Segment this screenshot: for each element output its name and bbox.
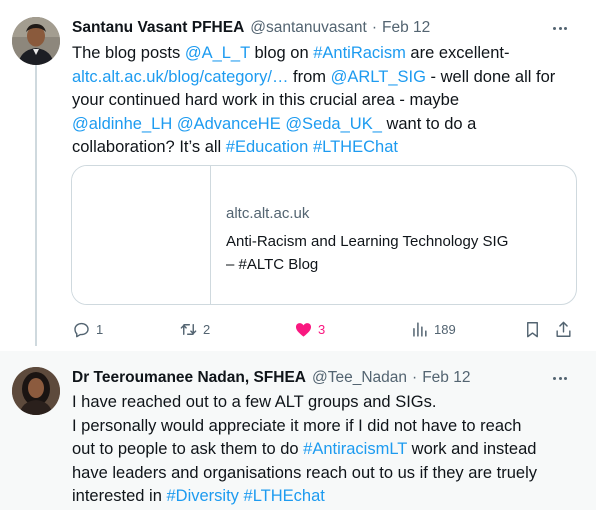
text-segment: your continued hard work in this crucial… — [72, 91, 460, 109]
like-icon — [295, 322, 312, 337]
tweet-actions: 1 2 3 189 — [72, 317, 576, 341]
card-thumbnail — [72, 166, 211, 304]
text-segment: collaboration? It’s all — [72, 138, 226, 156]
text-segment: from — [288, 67, 331, 86]
mention-link[interactable]: @aldinhe_LH — [72, 115, 172, 133]
text-segment: - well done all for — [425, 67, 556, 86]
reply-button[interactable]: 1 — [72, 317, 103, 341]
text-segment: have leaders and organisations reach out… — [72, 463, 538, 482]
hashtag-link[interactable]: #Education — [226, 138, 309, 156]
more-icon[interactable] — [550, 368, 570, 388]
avatar[interactable] — [12, 367, 60, 415]
author-handle[interactable]: @Tee_Nadan — [312, 369, 407, 387]
text-segment: interested in — [72, 487, 167, 505]
author-name[interactable]: Santanu Vasant PFHEA — [72, 19, 244, 37]
retweet-icon — [180, 323, 197, 335]
mention-link[interactable]: @AdvanceHE — [177, 115, 281, 133]
hashtag-link[interactable]: #LTHEChat — [313, 138, 398, 156]
text-segment: out to people to ask them to do — [72, 440, 304, 458]
author-handle[interactable]: @santanuvasant — [250, 19, 367, 37]
separator-dot: · — [371, 19, 377, 36]
card-title-line: – #ALTC Blog — [226, 256, 319, 273]
mention-link[interactable]: @Seda_UK_ — [285, 115, 382, 133]
separator-dot: · — [412, 369, 418, 386]
tweet-header: Santanu Vasant PFHEA @santanuvasant · Fe… — [72, 17, 430, 39]
hashtag-link[interactable]: #AntiRacism — [313, 44, 406, 62]
hashtag-link[interactable]: #AntiracismLT — [303, 440, 407, 458]
text-segment: The blog posts — [72, 44, 185, 62]
card-body: altc.alt.ac.uk Anti-Racism and Learning … — [226, 204, 566, 276]
mention-link[interactable]: @A_L_T — [185, 44, 250, 62]
tweet-date[interactable]: Feb 12 — [422, 369, 470, 387]
link-preview-card[interactable]: altc.alt.ac.uk Anti-Racism and Learning … — [71, 165, 577, 305]
text-segment: are excellent- — [405, 44, 510, 62]
tweet-santanu[interactable]: Santanu Vasant PFHEA @santanuvasant · Fe… — [0, 0, 596, 346]
author-name[interactable]: Dr Teeroumanee Nadan, SFHEA — [72, 369, 306, 387]
hashtag-link[interactable]: #LTHEchat — [244, 487, 325, 505]
card-title: Anti-Racism and Learning Technology SIG … — [226, 230, 566, 276]
hashtag-link[interactable]: #Diversity — [166, 487, 238, 505]
thread-connector-line — [35, 64, 37, 346]
text-segment: I personally would appreciate it more if… — [72, 416, 522, 435]
more-icon[interactable] — [550, 18, 570, 38]
views-button[interactable]: 189 — [410, 317, 456, 341]
card-domain: altc.alt.ac.uk — [226, 205, 310, 222]
mention-link[interactable]: @ARLT_SIG — [331, 68, 426, 86]
share-button[interactable] — [554, 317, 573, 341]
tweet-date[interactable]: Feb 12 — [382, 19, 430, 37]
views-icon — [413, 321, 427, 337]
share-icon — [556, 321, 571, 337]
reply-icon — [74, 322, 89, 337]
bookmark-icon — [527, 321, 538, 337]
retweet-button[interactable]: 2 — [179, 317, 210, 341]
text-segment: work and instead — [407, 440, 537, 458]
card-title-line: Anti-Racism and Learning Technology SIG — [226, 233, 509, 250]
reply-count: 1 — [96, 321, 104, 337]
text-segment: blog on — [249, 44, 314, 62]
tweet-text: The blog posts @A_L_T blog on #AntiRacis… — [72, 42, 572, 160]
tweet-header: Dr Teeroumanee Nadan, SFHEA @Tee_Nadan ·… — [72, 367, 470, 389]
text-segment: want to do a — [381, 114, 477, 133]
like-count: 3 — [318, 321, 326, 337]
text-segment: I have reached out to a few ALT groups a… — [72, 393, 437, 411]
views-count: 189 — [434, 321, 456, 337]
bookmark-button[interactable] — [523, 317, 542, 341]
retweet-count: 2 — [203, 321, 211, 337]
url-link[interactable]: altc.alt.ac.uk/blog/category/… — [72, 68, 288, 86]
tweet-text: I have reached out to a few ALT groups a… — [72, 391, 572, 509]
avatar[interactable] — [12, 17, 60, 65]
like-button[interactable]: 3 — [294, 317, 325, 341]
